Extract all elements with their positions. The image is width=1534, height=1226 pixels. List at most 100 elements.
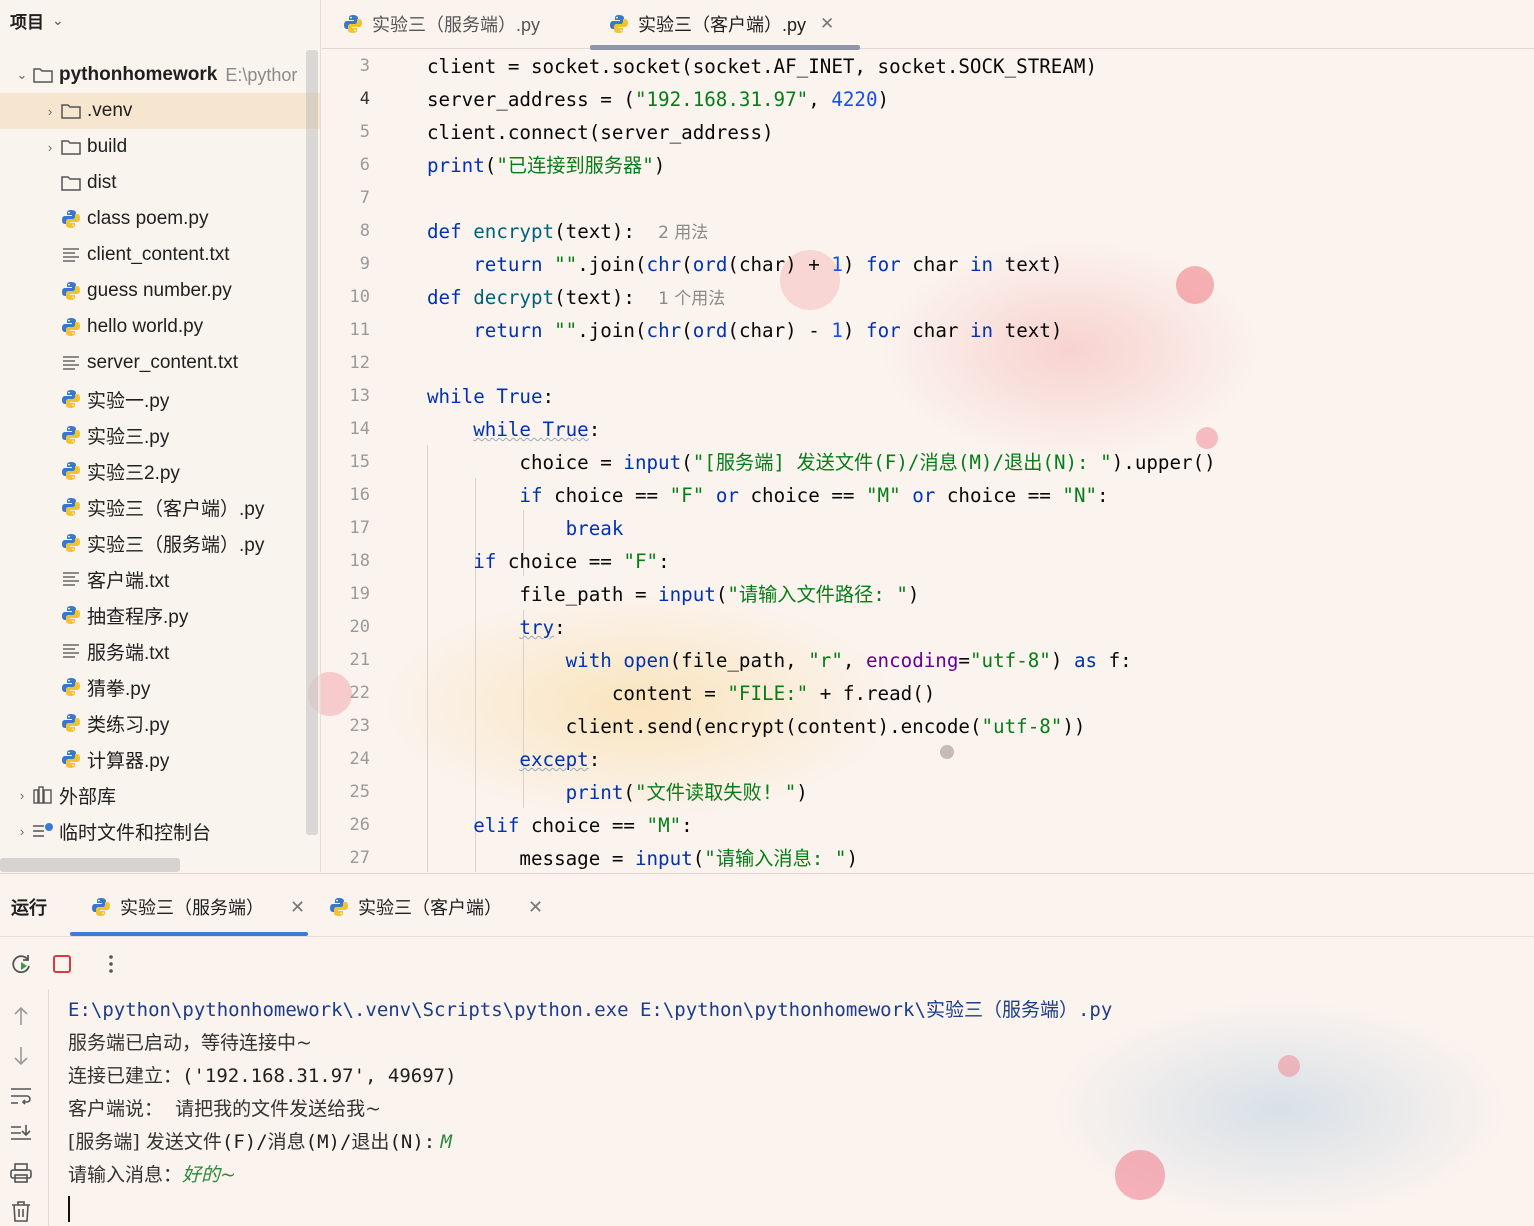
python-file-icon xyxy=(60,496,82,518)
tree-item[interactable]: 客户端.txt xyxy=(0,561,320,597)
text-file-icon xyxy=(60,640,82,662)
code-line: while True: xyxy=(473,418,601,441)
line-number[interactable]: 5 xyxy=(322,116,370,149)
code-line: server_address = ("192.168.31.97", 4220) xyxy=(427,88,890,111)
tree-item-label: 实验三（服务端）.py xyxy=(87,534,265,556)
console-line: 连接已建立：('192.168.31.97', 49697) xyxy=(68,1065,457,1087)
line-number[interactable]: 20 xyxy=(322,611,370,644)
tree-item[interactable]: 实验三（服务端）.py xyxy=(0,525,320,561)
line-number[interactable]: 21 xyxy=(322,644,370,677)
tree-item[interactable]: › .venv xyxy=(0,93,320,129)
tree-external-libraries[interactable]: › 外部库 xyxy=(0,777,320,813)
project-horizontal-scrollbar[interactable] xyxy=(0,858,180,872)
usages-hint[interactable]: 1 个用法 xyxy=(658,289,725,309)
line-number[interactable]: 23 xyxy=(322,710,370,743)
project-panel-header[interactable]: 项目 ⌄ xyxy=(0,0,320,40)
line-number[interactable]: 24 xyxy=(322,743,370,776)
tree-item-label: dist xyxy=(87,172,117,193)
chevron-down-icon[interactable]: ⌄ xyxy=(12,67,32,83)
chevron-down-icon[interactable]: ⌄ xyxy=(52,12,64,29)
close-icon[interactable]: ✕ xyxy=(820,14,834,34)
line-number[interactable]: 9 xyxy=(322,248,370,281)
arrow-down-icon[interactable] xyxy=(9,1044,33,1068)
python-file-icon xyxy=(342,13,364,35)
close-icon[interactable]: ✕ xyxy=(290,897,305,918)
line-number[interactable]: 8 xyxy=(322,215,370,248)
project-root-path: E:\pythor xyxy=(225,64,298,85)
line-number[interactable]: 26 xyxy=(322,809,370,842)
code-line: if choice == "F" or choice == "M" or cho… xyxy=(519,484,1109,507)
rerun-icon[interactable] xyxy=(10,952,34,976)
tree-item-label: 实验三.py xyxy=(87,426,170,448)
tree-item[interactable]: server_content.txt xyxy=(0,345,320,381)
console-line: 请输入消息：好的~ xyxy=(68,1164,236,1186)
chevron-right-icon[interactable]: › xyxy=(40,140,60,155)
line-number[interactable]: 10 xyxy=(322,281,370,314)
tree-item[interactable]: 实验三2.py xyxy=(0,453,320,489)
chevron-right-icon[interactable]: › xyxy=(12,824,32,839)
line-number[interactable]: 22 xyxy=(322,677,370,710)
line-number[interactable]: 16 xyxy=(322,479,370,512)
scroll-to-end-icon[interactable] xyxy=(9,1122,33,1146)
python-file-icon xyxy=(60,676,82,698)
line-number[interactable]: 18 xyxy=(322,545,370,578)
chevron-right-icon[interactable]: › xyxy=(40,104,60,119)
line-number[interactable]: 14 xyxy=(322,413,370,446)
tree-item[interactable]: dist xyxy=(0,165,320,201)
code-line: with open(file_path, "r", encoding="utf-… xyxy=(565,649,1132,672)
line-number[interactable]: 19 xyxy=(322,578,370,611)
code-line: try: xyxy=(519,616,566,639)
editor-tab-client[interactable]: 实验三（客户端）.py ✕ xyxy=(589,0,861,50)
run-tab-server[interactable]: 实验三（服务端） ✕ xyxy=(90,894,305,920)
line-number[interactable]: 7 xyxy=(322,182,370,215)
tree-item[interactable]: 计算器.py xyxy=(0,741,320,777)
run-tab-client[interactable]: 实验三（客户端） ✕ xyxy=(328,894,543,920)
tree-item[interactable]: class poem.py xyxy=(0,201,320,237)
line-number[interactable]: 6 xyxy=(322,149,370,182)
line-number[interactable]: 4 xyxy=(322,83,370,116)
tree-item-label: 服务端.txt xyxy=(87,642,170,664)
console-input-line[interactable] xyxy=(68,1192,1508,1225)
tree-item[interactable]: 类练习.py xyxy=(0,705,320,741)
arrow-up-icon[interactable] xyxy=(9,1004,33,1028)
line-number[interactable]: 3 xyxy=(322,50,370,83)
tree-item[interactable]: guess number.py xyxy=(0,273,320,309)
run-toolbar xyxy=(0,944,140,984)
tree-root[interactable]: ⌄ pythonhomework E:\pythor xyxy=(0,57,320,93)
soft-wrap-icon[interactable] xyxy=(9,1084,33,1108)
print-icon[interactable] xyxy=(9,1161,33,1185)
tree-item[interactable]: 抽查程序.py xyxy=(0,597,320,633)
folder-icon xyxy=(60,136,82,158)
folder-icon xyxy=(60,100,82,122)
close-icon[interactable]: ✕ xyxy=(528,897,543,918)
tree-item[interactable]: 实验三（客户端）.py xyxy=(0,489,320,525)
line-number[interactable]: 11 xyxy=(322,314,370,347)
code-editor[interactable]: 3 4 5 6 7 8 9 10 11 12 13 14 15 16 17 18 19 20 21 22 23 24 25 2… xyxy=(322,50,1534,872)
code-line: print("已连接到服务器") xyxy=(427,154,666,177)
line-number[interactable]: 27 xyxy=(322,842,370,872)
line-number[interactable]: 15 xyxy=(322,446,370,479)
line-number[interactable]: 12 xyxy=(322,347,370,380)
line-number[interactable]: 17 xyxy=(322,512,370,545)
tree-item[interactable]: 实验一.py xyxy=(0,381,320,417)
tree-item[interactable]: › build xyxy=(0,129,320,165)
tree-item[interactable]: client_content.txt xyxy=(0,237,320,273)
editor-tab-server[interactable]: 实验三（服务端）.py xyxy=(342,0,540,48)
trash-icon[interactable] xyxy=(9,1199,33,1223)
usages-hint[interactable]: 2 用法 xyxy=(658,223,708,243)
code-line: client.connect(server_address) xyxy=(427,121,774,144)
tree-scratches[interactable]: › 临时文件和控制台 xyxy=(0,813,320,849)
stop-icon[interactable] xyxy=(50,952,74,976)
project-vertical-scrollbar[interactable] xyxy=(306,50,318,835)
tree-item[interactable]: hello world.py xyxy=(0,309,320,345)
text-cursor xyxy=(68,1195,70,1222)
tree-item[interactable]: 猜拳.py xyxy=(0,669,320,705)
python-file-icon xyxy=(608,13,630,35)
more-options-icon[interactable] xyxy=(99,952,123,976)
line-number[interactable]: 25 xyxy=(322,776,370,809)
console-output[interactable]: E:\python\pythonhomework\.venv\Scripts\p… xyxy=(68,994,1508,1225)
line-number[interactable]: 13 xyxy=(322,380,370,413)
chevron-right-icon[interactable]: › xyxy=(12,788,32,803)
tree-item[interactable]: 服务端.txt xyxy=(0,633,320,669)
tree-item[interactable]: 实验三.py xyxy=(0,417,320,453)
